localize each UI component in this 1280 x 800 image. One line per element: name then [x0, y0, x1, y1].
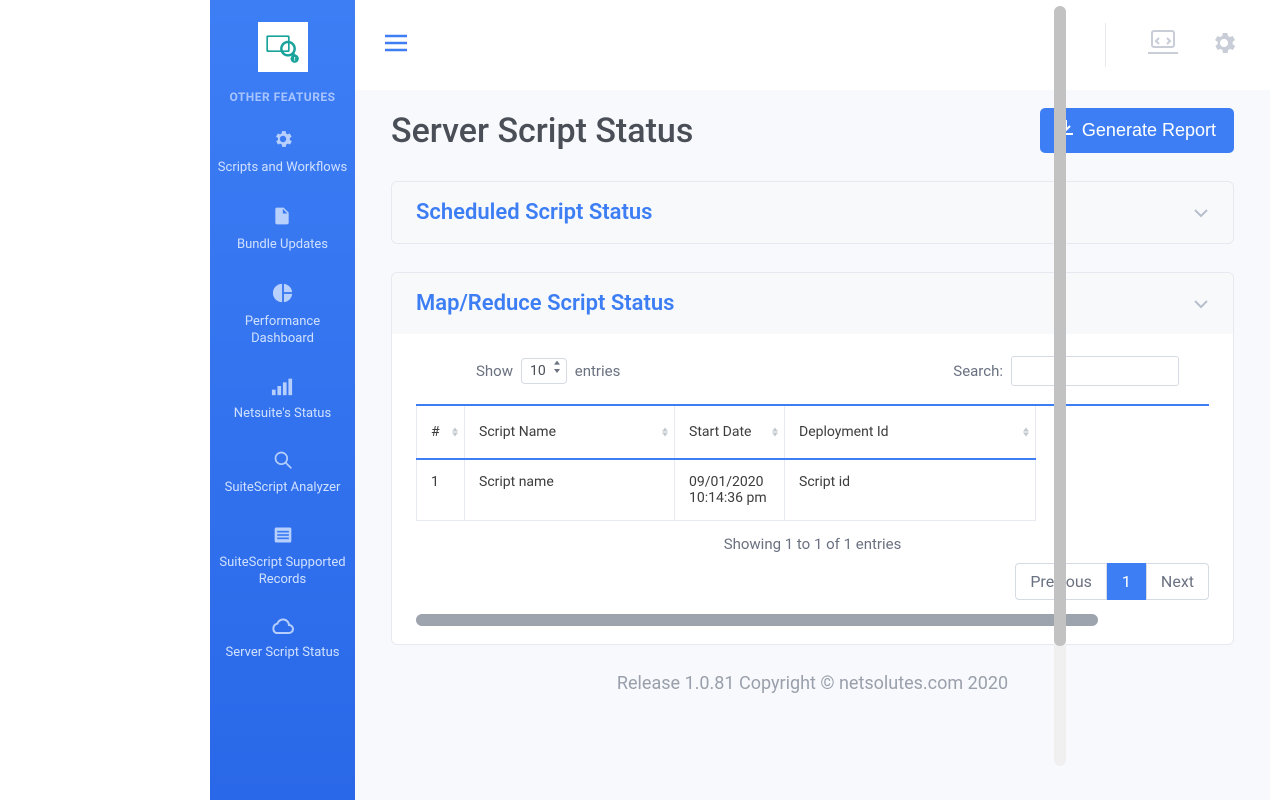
file-icon: [272, 205, 292, 233]
laptop-code-icon[interactable]: [1146, 29, 1180, 61]
paginate-page-1[interactable]: 1: [1107, 563, 1146, 600]
logo-icon: !: [263, 27, 303, 67]
mapreduce-card-title: Map/Reduce Script Status: [416, 291, 674, 316]
sidebar-item-label: Scripts and Workflows: [218, 160, 347, 177]
hamburger-menu-button[interactable]: [385, 34, 407, 56]
cell-deployment-id: Script id: [785, 459, 1036, 521]
chevron-down-icon: [1193, 203, 1209, 222]
length-select[interactable]: 10: [521, 358, 567, 384]
sidebar-item-server-script-status[interactable]: Server Script Status: [220, 617, 346, 662]
generate-report-button[interactable]: Generate Report: [1040, 108, 1234, 153]
sidebar-item-suitescript-supported-records[interactable]: SuiteScript Supported Records: [210, 525, 355, 589]
sidebar-item-label: Netsuite's Status: [234, 406, 331, 423]
sidebar: ! OTHER FEATURES Scripts and Workflows B…: [210, 0, 355, 800]
settings-gears-icon[interactable]: [1208, 29, 1240, 61]
search-input[interactable]: [1011, 356, 1179, 386]
sidebar-item-label: Bundle Updates: [237, 237, 328, 254]
list-icon: [273, 525, 293, 551]
pie-chart-icon: [272, 282, 294, 310]
scheduled-card-header[interactable]: Scheduled Script Status: [392, 182, 1233, 243]
footer-text: Release 1.0.81 Copyright © netsolutes.co…: [391, 673, 1234, 704]
cell-number: 1: [417, 459, 465, 521]
col-script-name[interactable]: Script Name: [465, 406, 675, 459]
show-label: Show: [476, 362, 513, 380]
paginate-next[interactable]: Next: [1146, 563, 1209, 600]
vertical-scrollbar[interactable]: [1054, 6, 1066, 766]
scheduled-card-title: Scheduled Script Status: [416, 200, 652, 225]
generate-report-label: Generate Report: [1082, 120, 1216, 141]
gears-icon: [272, 128, 294, 156]
pagination: Previous 1 Next: [416, 563, 1209, 600]
page-title: Server Script Status: [391, 111, 693, 151]
cell-script-name: Script name: [465, 459, 675, 521]
topbar: [355, 0, 1270, 90]
sidebar-item-netsuite-status[interactable]: Netsuite's Status: [228, 376, 337, 423]
cell-start-date: 09/01/2020 10:14:36 pm: [675, 459, 785, 521]
sidebar-item-label: SuiteScript Supported Records: [216, 555, 349, 589]
mapreduce-card-header[interactable]: Map/Reduce Script Status: [392, 273, 1233, 334]
signal-bars-icon: [271, 376, 293, 402]
sidebar-item-performance-dashboard[interactable]: Performance Dashboard: [210, 282, 355, 348]
sidebar-item-label: Server Script Status: [226, 645, 340, 662]
sidebar-item-label: Performance Dashboard: [216, 314, 349, 348]
chevron-down-icon: [1193, 294, 1209, 313]
results-table: # Script Name Start Date Deployment Id 1…: [416, 406, 1036, 521]
scheduled-script-card: Scheduled Script Status: [391, 181, 1234, 244]
magnifier-icon: [273, 450, 293, 476]
main-content: Server Script Status Generate Report Sch…: [355, 0, 1270, 800]
entries-label: entries: [575, 362, 621, 380]
col-number[interactable]: #: [417, 406, 465, 459]
sidebar-item-suitescript-analyzer[interactable]: SuiteScript Analyzer: [219, 450, 347, 497]
length-control: Show 10 entries: [476, 358, 620, 384]
sidebar-item-scripts-workflows[interactable]: Scripts and Workflows: [212, 128, 353, 177]
length-value: 10: [530, 363, 546, 379]
sidebar-item-label: SuiteScript Analyzer: [225, 480, 341, 497]
table-row: 1 Script name 09/01/2020 10:14:36 pm Scr…: [417, 459, 1036, 521]
search-label: Search:: [953, 362, 1003, 380]
col-start-date[interactable]: Start Date: [675, 406, 785, 459]
table-info: Showing 1 to 1 of 1 entries: [416, 535, 1209, 553]
cloud-icon: [270, 617, 294, 641]
app-logo: !: [258, 22, 308, 72]
sidebar-section-label: OTHER FEATURES: [229, 90, 335, 104]
topbar-divider: [1105, 23, 1106, 67]
col-deployment-id[interactable]: Deployment Id: [785, 406, 1036, 459]
sidebar-item-bundle-updates[interactable]: Bundle Updates: [231, 205, 334, 254]
horizontal-scrollbar[interactable]: [416, 614, 1209, 626]
mapreduce-script-card: Map/Reduce Script Status Show 10 entries: [391, 272, 1234, 645]
